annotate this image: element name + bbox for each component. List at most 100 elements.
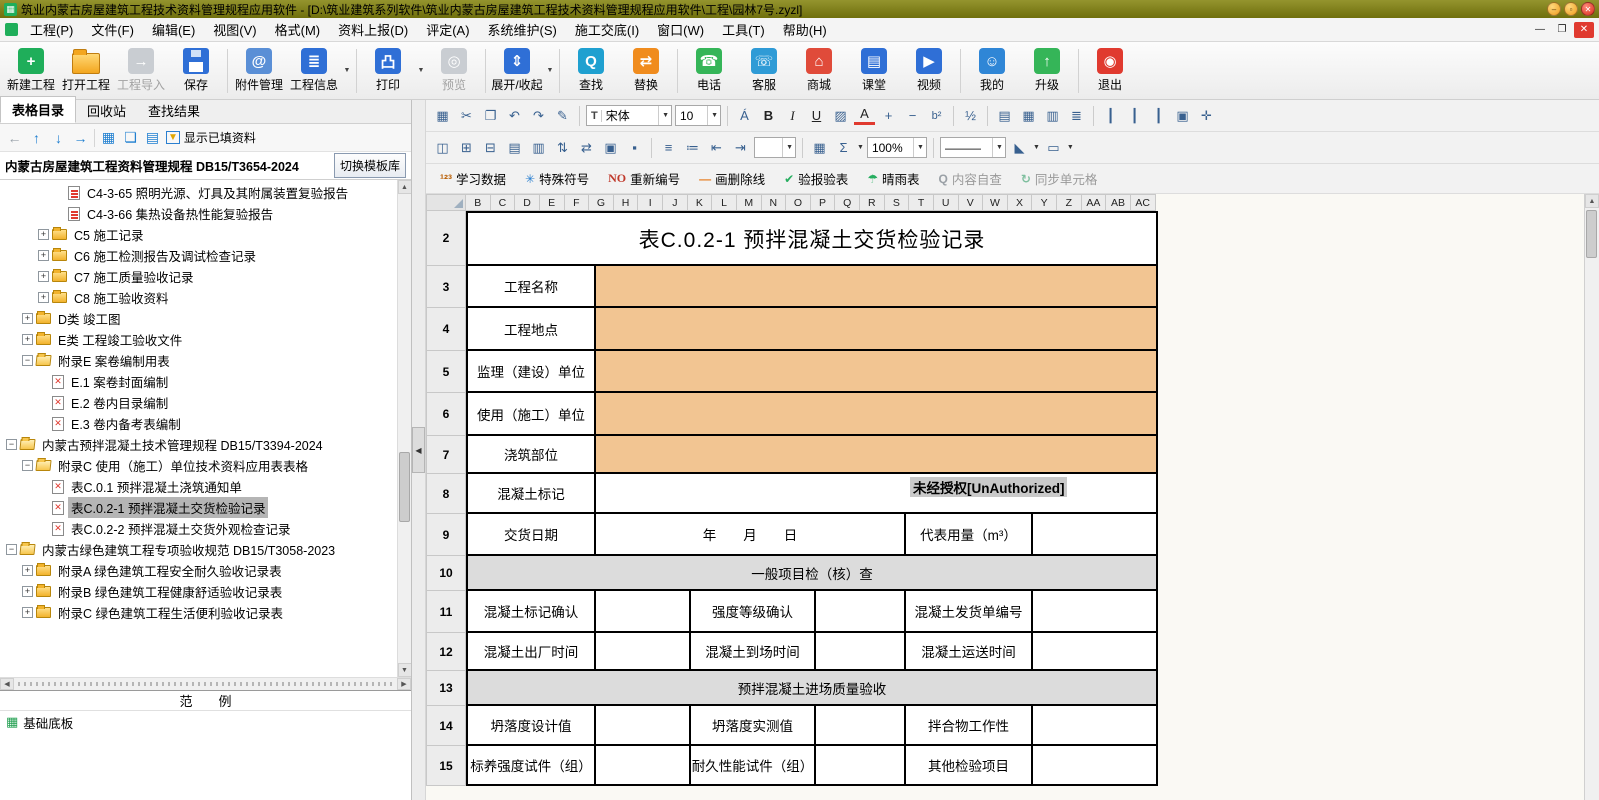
inspection-report-button[interactable]: ✔验报验表 bbox=[776, 169, 856, 188]
table-cell[interactable]: 工程地点 bbox=[468, 308, 596, 351]
panel-splitter[interactable]: ◀ bbox=[412, 100, 426, 800]
menu-item[interactable]: 工程(P) bbox=[21, 17, 82, 42]
table-cell[interactable] bbox=[1033, 706, 1158, 746]
row-number[interactable]: 7 bbox=[426, 436, 466, 474]
preview-button[interactable]: ◎预览 bbox=[427, 46, 481, 95]
tree-item[interactable]: −附录E 案卷编制用表 bbox=[0, 350, 397, 371]
table-cell[interactable]: 年 月 日 bbox=[596, 514, 906, 556]
table-cell[interactable] bbox=[816, 706, 906, 746]
insert-row-icon[interactable]: ▤ bbox=[504, 137, 525, 158]
scroll-up-icon[interactable]: ▲ bbox=[1585, 194, 1599, 208]
switch-template-button[interactable]: 切换模板库 bbox=[334, 153, 406, 178]
tree-item[interactable]: +附录A 绿色建筑工程安全耐久验收记录表 bbox=[0, 560, 397, 581]
align-right-icon[interactable]: ▥ bbox=[1042, 105, 1063, 126]
table-cell[interactable] bbox=[596, 706, 691, 746]
tree-item[interactable]: +C5 施工记录 bbox=[0, 224, 397, 245]
sum-icon[interactable]: Σ bbox=[833, 137, 854, 158]
grid-icon[interactable]: ▦ bbox=[809, 137, 830, 158]
tree-item[interactable]: +E类 工程竣工验收文件 bbox=[0, 329, 397, 350]
border-outline-icon[interactable]: ▣ bbox=[1172, 105, 1193, 126]
mdi-minimize-button[interactable]: — bbox=[1530, 22, 1550, 38]
scroll-left-icon[interactable]: ◀ bbox=[0, 678, 14, 690]
select-all-corner[interactable] bbox=[426, 194, 466, 211]
menu-item[interactable]: 文件(F) bbox=[82, 17, 143, 42]
table-cell[interactable]: 工程名称 bbox=[468, 266, 596, 308]
tree-scrollbar[interactable]: ▲ ▼ bbox=[397, 180, 411, 677]
zoom-select[interactable]: 100%▼ bbox=[867, 137, 927, 158]
bold-button[interactable]: B bbox=[758, 105, 779, 126]
row-number[interactable]: 3 bbox=[426, 266, 466, 308]
lock-cell-icon[interactable]: ▪ bbox=[624, 137, 645, 158]
classroom-button[interactable]: ▤课堂 bbox=[847, 46, 901, 95]
table-cell[interactable]: 交货日期 bbox=[468, 514, 596, 556]
tab-catalog[interactable]: 表格目录 bbox=[0, 96, 76, 123]
dropdown-caret-icon[interactable]: ▼ bbox=[342, 49, 352, 93]
nav-back-icon[interactable]: ← bbox=[6, 130, 23, 146]
expand-icon[interactable]: + bbox=[22, 313, 33, 324]
column-header[interactable]: E bbox=[540, 194, 565, 211]
line-style-select[interactable]: ———▼ bbox=[940, 137, 1006, 158]
column-header[interactable]: W bbox=[983, 194, 1008, 211]
nav-forward-icon[interactable]: → bbox=[72, 130, 89, 146]
column-header[interactable]: T bbox=[909, 194, 934, 211]
column-header[interactable]: L bbox=[712, 194, 737, 211]
align-center-icon[interactable]: ▦ bbox=[1018, 105, 1039, 126]
column-header[interactable]: Z bbox=[1057, 194, 1082, 211]
tab-search[interactable]: 查找结果 bbox=[137, 98, 211, 123]
phonetic-icon[interactable]: Á bbox=[734, 105, 755, 126]
row-number[interactable]: 4 bbox=[426, 308, 466, 351]
table-cell[interactable] bbox=[596, 746, 691, 786]
menu-item[interactable]: 资料上报(D) bbox=[329, 17, 417, 42]
table-cell[interactable] bbox=[816, 746, 906, 786]
store-button[interactable]: ⌂商城 bbox=[792, 46, 846, 95]
column-header[interactable]: J bbox=[663, 194, 688, 211]
dropdown-caret-icon[interactable]: ▼ bbox=[1067, 144, 1074, 151]
table-cell[interactable] bbox=[596, 351, 1158, 393]
format-cell-icon[interactable]: ▣ bbox=[600, 137, 621, 158]
table-cell[interactable]: 其他检验项目 bbox=[906, 746, 1033, 786]
outdent-icon[interactable]: ⇤ bbox=[706, 137, 727, 158]
exit-button[interactable]: ◉退出 bbox=[1083, 46, 1137, 95]
scroll-up-icon[interactable]: ▲ bbox=[398, 180, 412, 194]
border-left-icon[interactable]: ┃ bbox=[1100, 105, 1121, 126]
undo-icon[interactable]: ↶ bbox=[504, 105, 525, 126]
tree-item[interactable]: ✕E.3 卷内备考表编制 bbox=[0, 413, 397, 434]
tree-item[interactable]: ✕表C.0.2-2 预拌混凝土交货外观检查记录 bbox=[0, 518, 397, 539]
print-button[interactable]: 凸打印 bbox=[361, 46, 415, 95]
dropdown-caret-icon[interactable]: ▼ bbox=[545, 49, 555, 93]
mdi-restore-button[interactable]: ❐ bbox=[1552, 22, 1572, 38]
table-cell[interactable] bbox=[596, 308, 1158, 351]
table-cell[interactable]: 混凝土出厂时间 bbox=[468, 633, 596, 671]
unmerge-cells-icon[interactable]: ⊞ bbox=[456, 137, 477, 158]
content-check-button[interactable]: Q内容自查 bbox=[930, 169, 1009, 188]
column-header[interactable]: N bbox=[762, 194, 787, 211]
merge-cells-icon[interactable]: ◫ bbox=[432, 137, 453, 158]
bullets-icon[interactable]: ≡ bbox=[658, 137, 679, 158]
table-cell[interactable]: 一般项目检（核）查 bbox=[468, 556, 1158, 591]
sync-cells-button[interactable]: ↻同步单元格 bbox=[1013, 169, 1106, 188]
mdi-close-button[interactable]: ✕ bbox=[1574, 22, 1594, 38]
menu-item[interactable]: 评定(A) bbox=[417, 17, 478, 42]
tree-item[interactable]: +附录C 绿色建筑工程生活便利验收记录表 bbox=[0, 602, 397, 623]
replace-button[interactable]: ⇄替换 bbox=[619, 46, 673, 95]
row-number[interactable]: 12 bbox=[426, 633, 466, 671]
tree-item[interactable]: +D类 竣工图 bbox=[0, 308, 397, 329]
menu-item[interactable]: 施工交底(I) bbox=[566, 17, 648, 42]
table-cell[interactable]: 混凝土到场时间 bbox=[691, 633, 816, 671]
copy-view-icon[interactable]: ❏ bbox=[122, 129, 139, 146]
weather-table-button[interactable]: ☂晴雨表 bbox=[859, 169, 927, 188]
table-title-cell[interactable]: 表C.0.2-1 预拌混凝土交货检验记录 bbox=[468, 213, 1158, 266]
row-number[interactable]: 11 bbox=[426, 591, 466, 633]
column-header[interactable]: S bbox=[885, 194, 910, 211]
tree-item[interactable]: ✕E.1 案卷封面编制 bbox=[0, 371, 397, 392]
row-number[interactable]: 2 bbox=[426, 211, 466, 266]
menu-item[interactable]: 视图(V) bbox=[204, 17, 265, 42]
strikethrough-button[interactable]: —画删除线 bbox=[691, 169, 773, 188]
learn-data-button[interactable]: ¹²³学习数据 bbox=[432, 169, 514, 188]
column-header[interactable]: R bbox=[860, 194, 885, 211]
column-header[interactable]: H bbox=[614, 194, 639, 211]
table-cell[interactable] bbox=[1033, 746, 1158, 786]
renumber-button[interactable]: NO重新编号 bbox=[600, 169, 688, 188]
redo-icon[interactable]: ↷ bbox=[528, 105, 549, 126]
border-cross-icon[interactable]: ✛ bbox=[1196, 105, 1217, 126]
